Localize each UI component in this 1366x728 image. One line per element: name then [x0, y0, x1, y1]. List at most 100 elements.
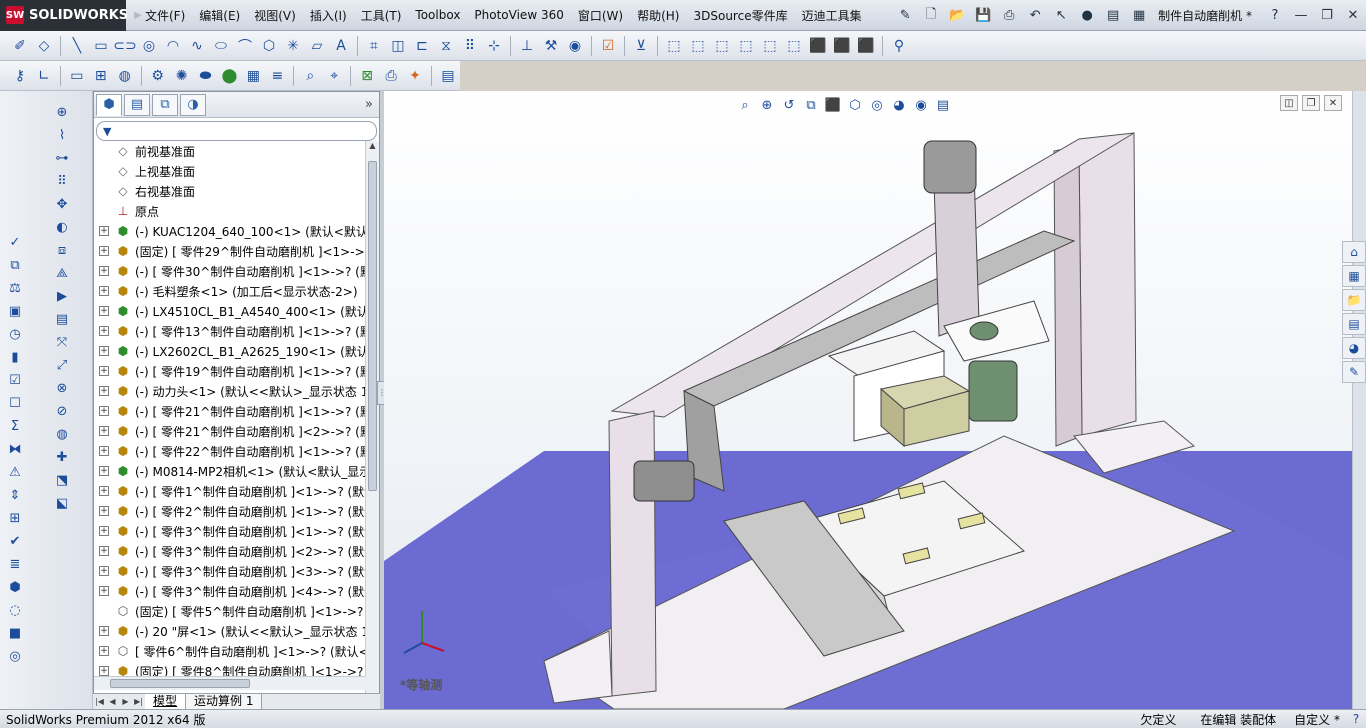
minimize-button[interactable]: —: [1288, 5, 1314, 27]
reference-geometry-icon[interactable]: ⟁: [51, 263, 73, 285]
tree-item[interactable]: + ⬡ [ 零件6^制件自动磨削机 ]<1>->? (默认<<: [94, 641, 366, 661]
expand-plus-icon[interactable]: +: [99, 566, 109, 576]
fillet-icon[interactable]: ⌒: [234, 35, 256, 57]
options-icon[interactable]: ▦: [1128, 5, 1150, 27]
tree-item[interactable]: + ⬢ (-) [ 零件3^制件自动磨削机 ]<4>->? (默认: [94, 581, 366, 601]
component-icon[interactable]: ⬢: [4, 577, 26, 599]
align-icon[interactable]: ⇕: [4, 485, 26, 507]
close-button[interactable]: ✕: [1340, 5, 1366, 27]
feature-tree-filter[interactable]: ▼: [96, 121, 377, 141]
appearances-icon[interactable]: ◕: [1342, 337, 1366, 359]
tree-item[interactable]: + ⬢ (-) [ 零件22^制件自动磨削机 ]<1>->? (默: [94, 441, 366, 461]
expand-plus-icon[interactable]: +: [99, 306, 109, 316]
apply-scene-icon[interactable]: ◉: [910, 95, 932, 115]
view-triad-icon[interactable]: ⊻: [630, 35, 652, 57]
tree-item[interactable]: + ⬢ (-) [ 零件1^制件自动磨削机 ]<1>->? (默认: [94, 481, 366, 501]
view-bottom-icon[interactable]: ⬚: [783, 35, 805, 57]
spelling-check-icon[interactable]: ✓: [4, 232, 26, 254]
bottle-icon[interactable]: ▮: [4, 347, 26, 369]
interference-icon[interactable]: ⊗: [51, 378, 73, 400]
smart-dimension-icon[interactable]: ◇: [33, 35, 55, 57]
new-document-icon[interactable]: 🗋: [920, 5, 942, 27]
open-folder-icon[interactable]: 📂: [946, 5, 968, 27]
view-dimetric-icon[interactable]: ⬛: [855, 35, 877, 57]
ruler-icon[interactable]: ≡: [266, 65, 288, 87]
tree-item[interactable]: ◇ 右视基准面: [94, 181, 366, 201]
expand-plus-icon[interactable]: +: [99, 406, 109, 416]
find-text-icon[interactable]: ⌖: [323, 65, 345, 87]
viewport-split-icon[interactable]: ◫: [1280, 95, 1298, 111]
assembly-feature-icon[interactable]: ⧈: [51, 240, 73, 262]
gauge-icon[interactable]: ◷: [4, 324, 26, 346]
expand-plus-icon[interactable]: +: [99, 446, 109, 456]
tree-item[interactable]: ⊥ 原点: [94, 201, 366, 221]
expand-plus-icon[interactable]: +: [99, 366, 109, 376]
save-icon[interactable]: 💾: [972, 5, 994, 27]
balance-icon[interactable]: ⚖: [4, 278, 26, 300]
edit-appearance-icon[interactable]: ◕: [888, 95, 910, 115]
tab-feature-manager[interactable]: ⬢: [96, 93, 122, 116]
expand-plus-icon[interactable]: +: [99, 246, 109, 256]
point-icon[interactable]: ✳: [282, 35, 304, 57]
symmetry-icon[interactable]: ⧓: [4, 439, 26, 461]
clearance-icon[interactable]: ⊘: [51, 401, 73, 423]
convert-entities-icon[interactable]: ◫: [387, 35, 409, 57]
cog-settings-icon[interactable]: ✺: [171, 65, 193, 87]
key-icon[interactable]: ⚷: [9, 65, 31, 87]
ellipse-icon[interactable]: ⬭: [210, 35, 232, 57]
color-block-icon[interactable]: ■: [4, 623, 26, 645]
circle-check-icon[interactable]: ◌: [4, 600, 26, 622]
menu-maidi-tools[interactable]: 迈迪工具集: [795, 7, 869, 24]
spline-icon[interactable]: ∿: [186, 35, 208, 57]
mate-icon[interactable]: ⊶: [51, 148, 73, 170]
sum-icon[interactable]: Σ: [4, 416, 26, 438]
status-help-icon[interactable]: ?: [1346, 712, 1366, 726]
tab-first-icon[interactable]: |◀: [93, 695, 106, 709]
bowl-icon[interactable]: ⬬: [195, 65, 217, 87]
move-entities-icon[interactable]: ⊹: [483, 35, 505, 57]
insert-component-icon[interactable]: ⊕: [51, 102, 73, 124]
mirror-entities-icon[interactable]: ⧖: [435, 35, 457, 57]
tree-item[interactable]: + ⬢ (-) 20 "屏<1> (默认<<默认>_显示状态 1: [94, 621, 366, 641]
tree-horizontal-scrollbar[interactable]: [94, 676, 366, 690]
horizontal-scroll-thumb[interactable]: [110, 679, 250, 688]
expand-plus-icon[interactable]: +: [99, 486, 109, 496]
tree-item[interactable]: + ⬢ (-) [ 零件3^制件自动磨削机 ]<3>->? (默认: [94, 561, 366, 581]
tab-motion-study[interactable]: 运动算例 1: [186, 694, 263, 709]
menu-tools[interactable]: 工具(T): [354, 7, 409, 24]
menu-window[interactable]: 窗口(W): [571, 7, 630, 24]
solidworks-resources-icon[interactable]: ⌂: [1342, 241, 1366, 263]
paperclip-icon[interactable]: ⌇: [51, 125, 73, 147]
menu-help[interactable]: 帮助(H): [630, 7, 686, 24]
quick-snaps-icon[interactable]: ◉: [564, 35, 586, 57]
print-preview-icon[interactable]: ⎙: [380, 65, 402, 87]
tab-last-icon[interactable]: ▶|: [132, 695, 145, 709]
tree-item[interactable]: + ⬢ (-) [ 零件21^制件自动磨削机 ]<1>->? (默: [94, 401, 366, 421]
show-hidden-icon[interactable]: ◐: [51, 217, 73, 239]
view-trimetric-icon[interactable]: ⬛: [831, 35, 853, 57]
layers-icon[interactable]: ≣: [4, 554, 26, 576]
tree-item[interactable]: ⬡ (固定) [ 零件5^制件自动磨削机 ]<1>->? (: [94, 601, 366, 621]
bom-icon[interactable]: ▣: [4, 301, 26, 323]
gear-icon[interactable]: ⚙: [147, 65, 169, 87]
menu-toolbox[interactable]: Toolbox: [408, 8, 467, 22]
sketch-icon[interactable]: ✐: [9, 35, 31, 57]
zoom-search-icon[interactable]: ⌕: [299, 65, 321, 87]
rectangle-icon[interactable]: ▭: [90, 35, 112, 57]
select-pointer-icon[interactable]: ↖: [1050, 5, 1072, 27]
slot-icon[interactable]: ⊂⊃: [113, 35, 136, 57]
menu-edit[interactable]: 编辑(E): [192, 7, 247, 24]
plane-icon[interactable]: ▱: [306, 35, 328, 57]
file-properties-icon[interactable]: ▤: [1102, 5, 1124, 27]
help-question-icon[interactable]: ?: [1264, 5, 1286, 27]
monitor-icon[interactable]: ▭: [66, 65, 88, 87]
bill-of-materials-icon[interactable]: ▤: [51, 309, 73, 331]
view-back-icon[interactable]: ⬚: [687, 35, 709, 57]
tree-item[interactable]: + ⬢ (-) [ 零件13^制件自动磨削机 ]<1>->? (默: [94, 321, 366, 341]
expand-plus-icon[interactable]: +: [99, 226, 109, 236]
cd-icon[interactable]: ◎: [4, 646, 26, 668]
checkbox-icon[interactable]: ☑: [4, 370, 26, 392]
expand-plus-icon[interactable]: +: [99, 346, 109, 356]
exploded-view-icon[interactable]: ⤧: [51, 332, 73, 354]
expand-plus-icon[interactable]: +: [99, 286, 109, 296]
